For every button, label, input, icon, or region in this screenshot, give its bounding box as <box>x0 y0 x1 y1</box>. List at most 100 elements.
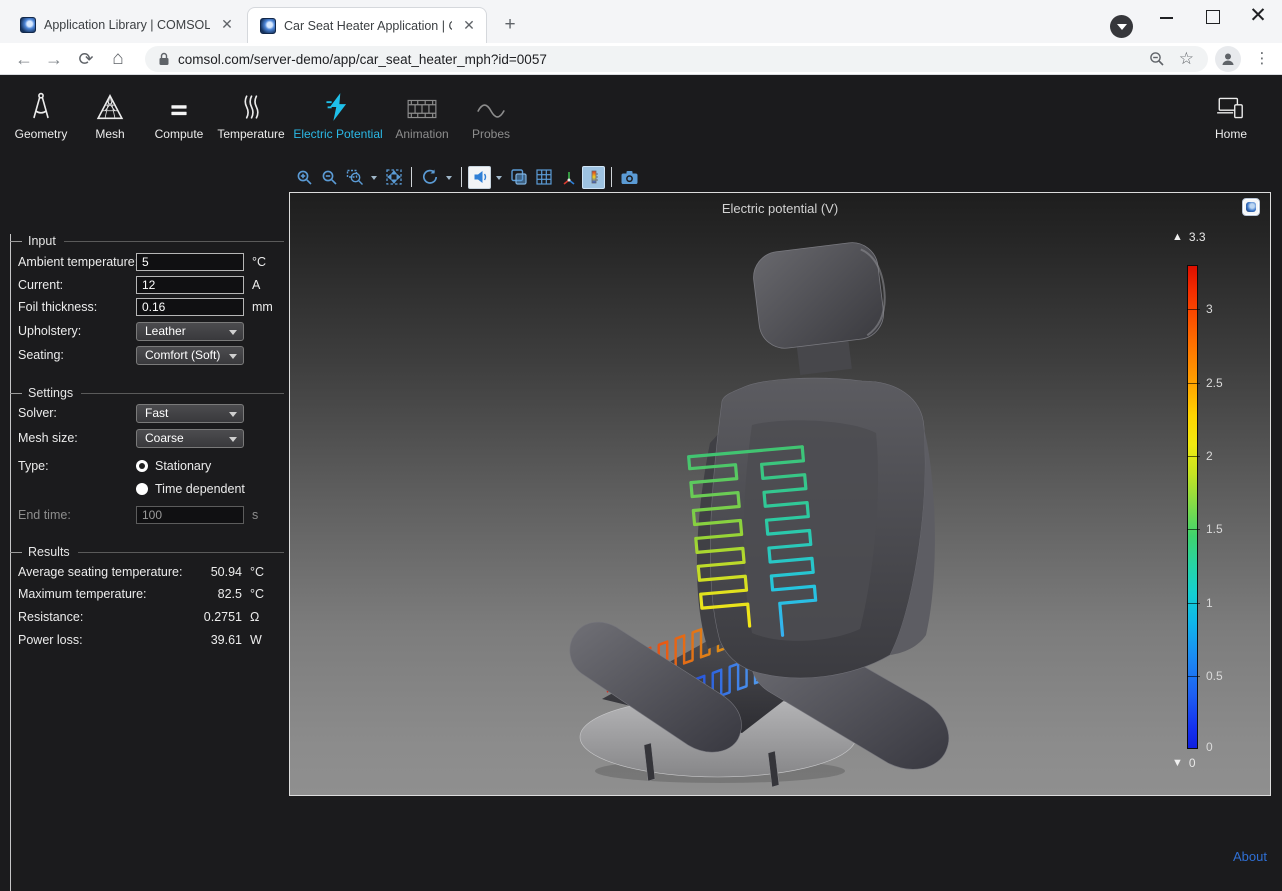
browser-home-icon[interactable]: ⌂ <box>104 45 132 73</box>
tab-close-icon[interactable]: ✕ <box>460 17 478 35</box>
ribbon-button-electric-potential[interactable]: Electric Potential <box>296 86 380 148</box>
radio-time-dependent[interactable]: Time dependent <box>136 481 286 497</box>
legend-tick-label: 2 <box>1206 448 1242 464</box>
home-devices-icon <box>1215 86 1247 122</box>
about-link[interactable]: About <box>1233 849 1267 864</box>
tab-application-library[interactable]: Application Library | COMSOL Se ✕ <box>8 7 244 43</box>
scene-light-dropdown-icon[interactable] <box>493 166 505 189</box>
new-tab-button[interactable]: + <box>497 13 523 39</box>
ribbon-button-geometry[interactable]: Geometry <box>8 86 74 148</box>
snapshot-camera-icon[interactable] <box>618 166 641 189</box>
current-input[interactable] <box>136 276 244 294</box>
comsol-favicon <box>20 17 36 33</box>
zoom-box-icon[interactable] <box>343 166 366 189</box>
field-row-upholstery: Upholstery: Leather <box>0 322 288 342</box>
back-icon[interactable]: ← <box>10 45 38 73</box>
field-row-mesh-size: Mesh size: Coarse <box>0 429 288 449</box>
forward-icon[interactable]: → <box>40 45 68 73</box>
field-row-type2: Time dependent <box>0 480 288 500</box>
field-row-type: Type: Stationary <box>0 457 288 477</box>
window-minimize-button[interactable] <box>1144 0 1188 34</box>
mesh-size-select[interactable]: Coarse <box>136 429 244 448</box>
url-text[interactable]: comsol.com/server-demo/app/car_seat_heat… <box>178 52 1149 67</box>
tab-title: Car Seat Heater Application | CO <box>284 19 452 33</box>
result-row: Resistance: 0.2751 Ω <box>0 609 288 627</box>
field-unit: mm <box>252 300 273 314</box>
reload-icon[interactable]: ⟳ <box>72 45 100 73</box>
window-maximize-button[interactable] <box>1190 0 1234 34</box>
chevron-down-icon <box>229 412 237 421</box>
tab-close-icon[interactable]: ✕ <box>218 16 236 34</box>
field-label: Foil thickness: <box>18 300 97 314</box>
result-value: 0.2751 <box>130 610 242 624</box>
field-label: Current: <box>18 278 63 292</box>
seating-select[interactable]: Comfort (Soft) <box>136 346 244 365</box>
car-seat-3d-model[interactable] <box>290 193 1272 797</box>
transparency-icon[interactable] <box>507 166 530 189</box>
tab-car-seat-heater[interactable]: Car Seat Heater Application | CO ✕ <box>247 7 487 43</box>
field-row-ambient: Ambient temperature: °C <box>0 253 288 273</box>
sine-wave-icon <box>476 86 506 122</box>
axes-orientation-icon[interactable] <box>557 166 580 189</box>
tab-title: Application Library | COMSOL Se <box>44 18 210 32</box>
chevron-down-icon <box>229 437 237 446</box>
input-panel: Input Ambient temperature: °C Current: A… <box>0 152 288 891</box>
chevron-down-icon <box>229 330 237 339</box>
color-legend-toggle-icon[interactable] <box>582 166 605 189</box>
toolbar-separator <box>411 167 412 187</box>
zoom-box-dropdown-icon[interactable] <box>368 166 380 189</box>
reset-view-dropdown-icon[interactable] <box>443 166 455 189</box>
scene-light-icon[interactable] <box>468 166 491 189</box>
legend-min-marker: ▼ 0 <box>1172 756 1196 770</box>
section-header-settings: Settings <box>10 386 284 400</box>
window-close-button[interactable]: ✕ <box>1236 0 1280 34</box>
ribbon-button-temperature[interactable]: Temperature <box>211 86 291 148</box>
person-icon <box>1220 51 1236 67</box>
legend-tick-label: 3 <box>1206 301 1242 317</box>
comsol-app: Geometry Mesh Compute Temperature Electr… <box>0 75 1282 891</box>
legend-max-marker: ▲ 3.3 <box>1172 230 1206 244</box>
field-label: Ambient temperature: <box>18 255 138 269</box>
compute-equals-icon <box>166 86 192 122</box>
field-label: Mesh size: <box>18 431 78 445</box>
zoom-in-icon[interactable] <box>293 166 316 189</box>
field-row-foil-thickness: Foil thickness: mm <box>0 298 288 318</box>
result-row: Power loss: 39.61 W <box>0 632 288 650</box>
graphics-canvas[interactable]: Electric potential (V) <box>289 192 1271 796</box>
temperature-waves-icon <box>238 86 264 122</box>
field-unit: A <box>252 278 260 292</box>
result-row: Average seating temperature: 50.94 °C <box>0 564 288 582</box>
legend-tick-label: 0.5 <box>1206 668 1242 684</box>
radio-stationary[interactable]: Stationary <box>136 458 286 474</box>
foil-thickness-input[interactable] <box>136 298 244 316</box>
profile-avatar[interactable] <box>1215 46 1241 72</box>
zoom-extents-icon[interactable] <box>382 166 405 189</box>
toolbar-separator <box>461 167 462 187</box>
browser-update-badge-icon[interactable] <box>1110 15 1133 38</box>
ribbon-button-compute[interactable]: Compute <box>147 86 211 148</box>
ribbon-button-animation: Animation <box>386 86 458 148</box>
graphics-toolbar <box>293 164 641 190</box>
ambient-temperature-input[interactable] <box>136 253 244 271</box>
ribbon-button-mesh[interactable]: Mesh <box>78 86 142 148</box>
omnibox[interactable]: comsol.com/server-demo/app/car_seat_heat… <box>145 46 1208 72</box>
legend-tick-label: 1.5 <box>1206 521 1242 537</box>
result-value: 50.94 <box>130 565 242 579</box>
bookmark-star-icon[interactable]: ☆ <box>1179 49 1194 69</box>
zoom-out-icon[interactable] <box>318 166 341 189</box>
grid-icon[interactable] <box>532 166 555 189</box>
upholstery-select[interactable]: Leather <box>136 322 244 341</box>
page-zoom-icon[interactable] <box>1149 51 1165 67</box>
result-row: Maximum temperature: 82.5 °C <box>0 586 288 604</box>
result-value: 39.61 <box>130 633 242 647</box>
field-unit: °C <box>252 255 266 269</box>
solver-select[interactable]: Fast <box>136 404 244 423</box>
browser-menu-icon[interactable]: ⋮ <box>1252 45 1272 73</box>
field-row-seating: Seating: Comfort (Soft) <box>0 346 288 366</box>
reset-view-icon[interactable] <box>418 166 441 189</box>
section-header-input: Input <box>10 234 284 248</box>
ribbon-button-home[interactable]: Home <box>1198 86 1264 148</box>
result-value: 82.5 <box>130 587 242 601</box>
triangle-down-icon: ▼ <box>1172 757 1183 769</box>
lock-icon[interactable] <box>158 52 170 66</box>
